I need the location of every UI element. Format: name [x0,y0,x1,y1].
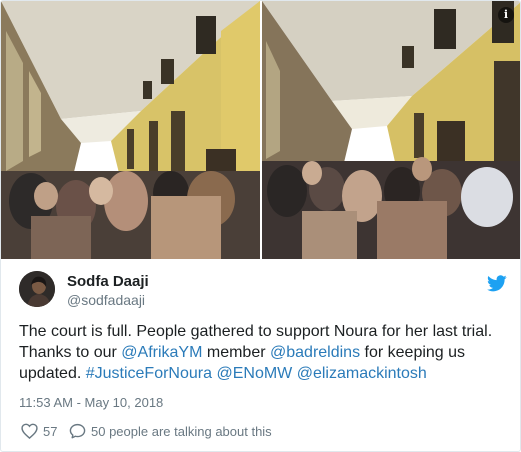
info-icon[interactable]: i [498,7,514,23]
text-segment: for keeping us [360,344,466,361]
display-name[interactable]: Sodfa Daaji [67,273,149,290]
photo-right[interactable] [262,1,520,259]
tweet-header: Sodfa Daaji @sodfadaaji [19,271,507,311]
tweet-line-2: Thanks to our @AfrikaYM member @badreldi… [19,342,511,363]
mention-afrikaym-link[interactable]: @AfrikaYM [121,344,202,361]
text-segment: member [202,344,270,361]
heart-icon[interactable] [21,423,38,439]
speech-bubble-icon[interactable] [69,423,86,439]
twitter-bird-icon[interactable] [487,275,507,292]
tweet-line-1: The court is full. People gathered to su… [19,323,493,340]
media-grid[interactable]: i [1,1,520,259]
tweet-text: The court is full. People gathered to su… [19,321,511,384]
hashtag-justicefornoura-link[interactable]: #JusticeForNoura [86,365,212,382]
like-count: 57 [43,424,58,439]
corridor-crowd-photo-2 [262,1,520,259]
mention-enomw-link[interactable]: @ENoMW [216,365,292,382]
photo-left[interactable] [1,1,260,259]
corridor-crowd-photo-1 [1,1,260,259]
tweet-timestamp[interactable]: 11:53 AM - May 10, 2018 [19,395,163,410]
conversation-count-link[interactable]: 50 people are talking about this [91,424,272,439]
avatar-image [19,271,55,307]
tweet-line-3: updated. #JusticeForNoura @ENoMW @elizam… [19,363,511,384]
text-segment: updated. [19,365,86,382]
mention-elizamackintosh-link[interactable]: @elizamackintosh [297,365,427,382]
avatar[interactable] [19,271,55,307]
user-handle[interactable]: @sodfadaaji [67,292,145,308]
text-segment: Thanks to our [19,344,122,361]
mention-badreldins-link[interactable]: @badreldins [270,344,360,361]
tweet-actions: 57 50 people are talking about this [19,421,499,441]
tweet-card: i Sodfa Daaji @sodfadaaji The court is f… [0,0,521,452]
